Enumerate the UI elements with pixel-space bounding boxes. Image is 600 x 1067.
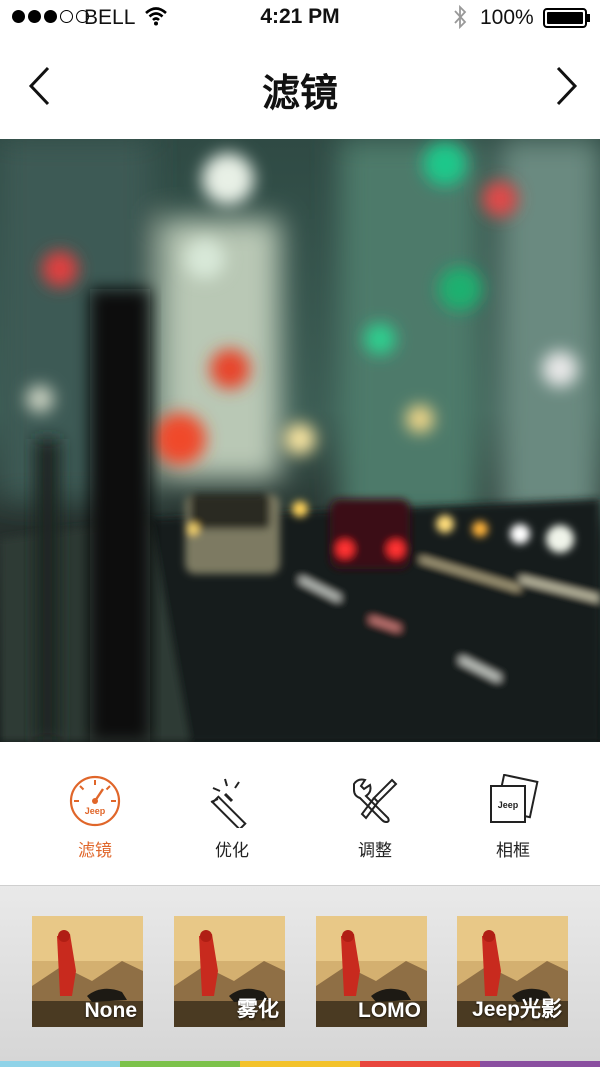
filter-label: Jeep光影	[472, 998, 562, 1021]
svg-text:Jeep: Jeep	[498, 800, 519, 810]
filter-thumbnail-none[interactable]: None	[32, 916, 143, 1027]
filter-label: 雾化	[237, 998, 279, 1021]
tab-frame[interactable]: Jeep 相框	[463, 774, 563, 861]
magic-wand-icon	[210, 778, 247, 828]
filter-preset-strip: None 雾化 LOMO Jeep光影	[0, 885, 600, 1062]
filter-thumbnail-fog[interactable]: 雾化	[174, 916, 285, 1027]
gauge-icon: Jeep	[69, 775, 121, 827]
brand-color-stripe	[0, 1061, 600, 1067]
filter-thumbnail-lomo[interactable]: LOMO	[316, 916, 427, 1027]
photo-preview[interactable]	[0, 139, 600, 742]
wrench-icon	[353, 778, 398, 824]
tab-label: 相框	[496, 841, 530, 860]
frame-icon: Jeep	[490, 774, 539, 823]
photo-canvas	[0, 139, 600, 742]
tab-label: 滤镜	[78, 841, 112, 860]
tab-optimize[interactable]: 优化	[182, 774, 282, 861]
page-title: 滤镜	[261, 73, 338, 115]
battery-percentage: 100%	[480, 6, 534, 29]
filter-thumbnail-jeep[interactable]: Jeep光影	[457, 916, 568, 1027]
tab-filter[interactable]: Jeep 滤镜	[45, 774, 145, 861]
tab-label: 优化	[215, 841, 249, 860]
bluetooth-icon	[452, 4, 468, 36]
status-bar: BELL 4:21 PM 100%	[0, 0, 600, 36]
filter-label: LOMO	[358, 999, 421, 1022]
battery-icon	[543, 8, 591, 34]
chevron-right-icon[interactable]	[552, 66, 580, 111]
tab-adjust[interactable]: 调整	[325, 774, 425, 861]
svg-text:Jeep: Jeep	[85, 806, 106, 816]
tool-tab-bar: Jeep 滤镜 优化 调整 Jeep 相框	[0, 742, 600, 885]
filter-label: None	[84, 999, 138, 1022]
navigation-bar: 滤镜	[0, 36, 600, 138]
tab-label: 调整	[358, 841, 392, 860]
